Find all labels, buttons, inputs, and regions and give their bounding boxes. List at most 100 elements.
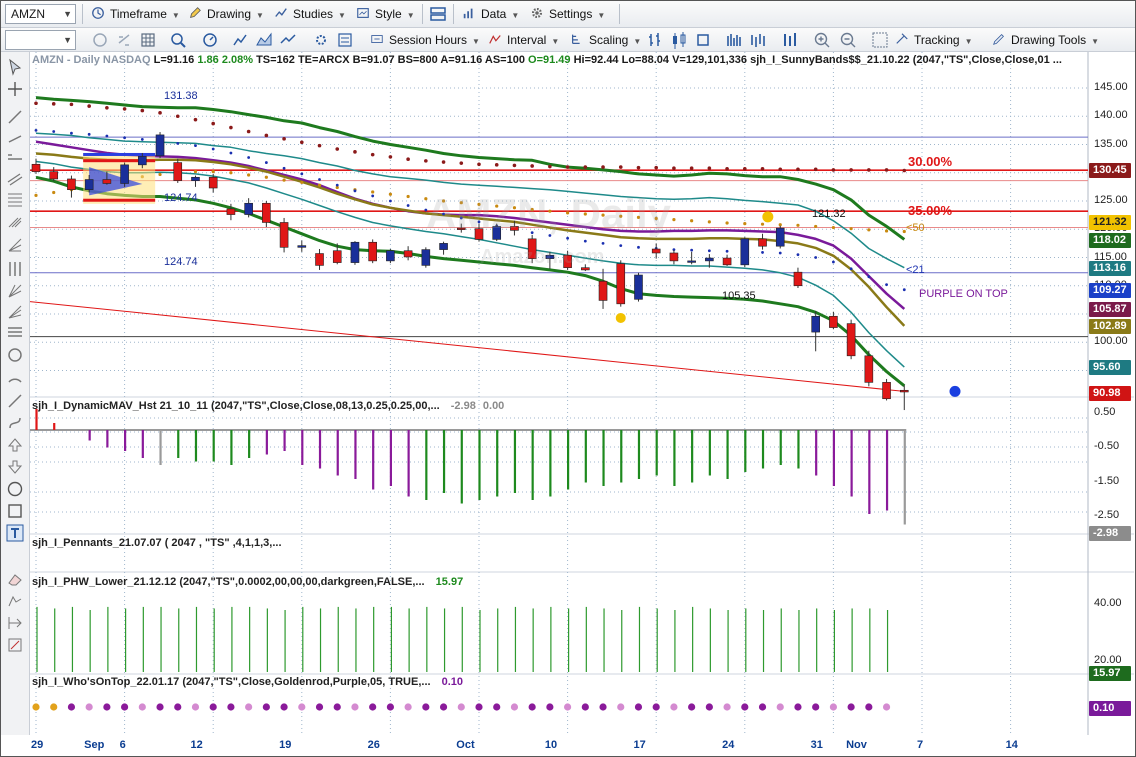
arrow-up-icon[interactable]: [6, 436, 24, 454]
blue-dot: [406, 204, 410, 207]
cycle-icon[interactable]: [6, 346, 24, 364]
watermark: AMZN, Daily: [426, 190, 672, 237]
ray-icon[interactable]: [6, 130, 24, 148]
fib-icon[interactable]: [6, 190, 24, 208]
studies-button[interactable]: Studies ▼: [273, 3, 346, 25]
candle-down: [279, 222, 289, 248]
style-button[interactable]: Style ▼: [355, 3, 415, 25]
candle-up: [244, 202, 253, 215]
pointer-icon[interactable]: [6, 58, 24, 76]
indicator-whosontop-title: sjh_I_Who'sOnTop_22.01.17 (2047,"TS",Clo…: [32, 676, 464, 688]
speed-lines-icon[interactable]: [6, 304, 24, 322]
price-tag: 113.16: [1089, 260, 1131, 276]
tracking-button[interactable]: Tracking ▼: [894, 29, 973, 51]
format-icon[interactable]: [312, 31, 330, 49]
levels-icon[interactable]: [6, 324, 24, 342]
curve-icon[interactable]: [6, 414, 24, 432]
bar-chart-icon[interactable]: [646, 31, 664, 49]
speedometer-icon[interactable]: [201, 31, 219, 49]
settings-button[interactable]: Settings ▼: [529, 3, 605, 25]
gann-icon[interactable]: [6, 282, 24, 300]
chart-layout-icon[interactable]: [429, 5, 447, 23]
snap-icon[interactable]: [6, 614, 24, 632]
data-button[interactable]: Data ▼: [461, 3, 519, 25]
indicator-dynamicmav-title: sjh_I_DynamicMAV_Hst 21_10_11 (2047,"TS"…: [32, 400, 505, 412]
area-chart-icon[interactable]: [255, 31, 273, 49]
timeframe-button[interactable]: Timeframe ▼: [90, 3, 180, 25]
time-axis-label: Nov: [846, 739, 867, 751]
upper-dot: [618, 165, 623, 169]
quote-stat: Lo=88.04: [618, 54, 670, 66]
candle-up: [421, 249, 431, 266]
drawing-tools-button[interactable]: Drawing Tools ▼: [991, 29, 1099, 51]
kagi-icon[interactable]: [781, 31, 799, 49]
chart-type-icon[interactable]: [231, 31, 249, 49]
properties-icon[interactable]: [336, 31, 354, 49]
time-axis-label: 26: [367, 739, 380, 751]
blue-dot: [583, 239, 587, 243]
vertical-lines-icon[interactable]: [6, 260, 24, 278]
fan-icon[interactable]: [6, 236, 24, 254]
rectangle-icon[interactable]: [6, 502, 24, 520]
upper-dot: [884, 168, 889, 172]
arrow-down-icon[interactable]: [6, 458, 24, 476]
upper-dot: [34, 101, 38, 106]
line-icon[interactable]: [6, 392, 24, 410]
volume-icon[interactable]: [725, 31, 743, 49]
zoom-in-icon[interactable]: [813, 31, 831, 49]
whosontop-dot: [369, 703, 377, 711]
refresh-icon[interactable]: [91, 31, 109, 49]
hide-drawings-icon[interactable]: [6, 592, 24, 610]
price-axis-label: 125.00: [1094, 194, 1128, 206]
chart-combobox[interactable]: ▼: [5, 30, 76, 50]
compare-icon[interactable]: [279, 31, 297, 49]
price-axis-label: 100.00: [1094, 335, 1128, 348]
ellipse-icon[interactable]: [6, 480, 24, 498]
candlestick-icon[interactable]: [670, 31, 688, 49]
upper-dot: [441, 160, 446, 164]
data-icon: [463, 8, 473, 19]
symbol-combobox[interactable]: AMZN ▼: [5, 4, 76, 24]
session-hours-button[interactable]: Session Hours ▼: [369, 29, 480, 51]
price-axis-label: 135.00: [1094, 137, 1128, 150]
symbol-header: AMZN - Daily NASDAQ: [32, 54, 151, 66]
blue-dot: [601, 241, 605, 245]
style-icon: [357, 8, 369, 18]
upper-dot: [530, 164, 534, 168]
horizontal-line-icon[interactable]: [6, 150, 24, 168]
delete-drawings-icon[interactable]: [6, 636, 24, 654]
grid-toggle-icon[interactable]: [871, 31, 889, 49]
link-icon[interactable]: [115, 31, 133, 49]
chart-canvas[interactable]: [29, 52, 1134, 735]
orange-dot: [690, 219, 694, 223]
upper-dot: [778, 167, 783, 172]
scaling-button[interactable]: Scaling ▼: [569, 29, 641, 51]
crosshair-icon[interactable]: [6, 80, 24, 98]
drawing-button[interactable]: Drawing ▼: [187, 3, 264, 25]
time-axis-label: 29: [31, 739, 44, 751]
grid-icon[interactable]: [139, 31, 157, 49]
chart-area[interactable]: AMZN - Daily NASDAQ L=91.16 1.86 2.08% T…: [29, 52, 1134, 735]
candle-up: [297, 245, 307, 248]
eraser-icon[interactable]: [6, 570, 24, 588]
point-figure-icon[interactable]: [749, 31, 767, 49]
text-icon[interactable]: [6, 524, 24, 542]
hollow-candle-icon[interactable]: [694, 31, 712, 49]
chevron-down-icon[interactable]: ▼: [63, 5, 72, 23]
arc-icon[interactable]: [6, 368, 24, 386]
upper-dot: [246, 129, 251, 134]
channel-icon[interactable]: [6, 170, 24, 188]
time-axis-label: 7: [917, 739, 924, 751]
signal-yellow-dot-2: [762, 211, 774, 223]
zoom-out-icon[interactable]: [839, 31, 857, 49]
candle-down: [173, 162, 183, 181]
price-tag: 105.87: [1089, 302, 1131, 318]
time-axis-label: 17: [633, 739, 646, 751]
whosontop-dot: [404, 703, 412, 711]
chevron-down-icon[interactable]: ▼: [63, 31, 72, 49]
interval-button[interactable]: Interval ▼: [487, 29, 559, 51]
dyn-axis-m050: -0.50: [1094, 440, 1120, 452]
pitchfork-icon[interactable]: [6, 212, 24, 230]
trendline-icon[interactable]: [6, 108, 24, 126]
zoom-window-icon[interactable]: [169, 31, 187, 49]
